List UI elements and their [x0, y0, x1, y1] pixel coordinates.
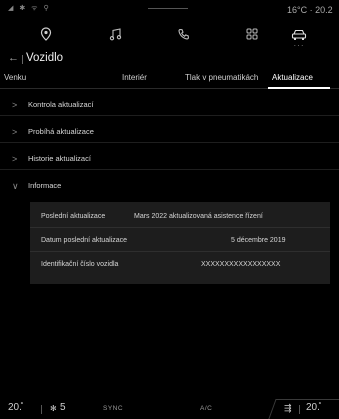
separator: [41, 405, 42, 414]
menu-item-probiha-aktualizace[interactable]: > Probíhá aktualizace: [0, 121, 339, 143]
more-dots: ···: [293, 41, 305, 50]
tab-tlak-v-pneumatikach[interactable]: Tlak v pneumatikách: [185, 73, 258, 82]
title-bar: ← Vozidlo: [0, 50, 339, 68]
info-row-last-update-date: Datum poslední aktualizace 5 décembre 20…: [30, 230, 330, 252]
info-row-last-update: Poslední aktualizace Mars 2022 aktualizo…: [30, 206, 330, 228]
menu-item-label: Historie aktualizací: [28, 154, 91, 163]
left-temp[interactable]: 20.̊: [8, 402, 22, 413]
menu-item-historie-aktualizaci[interactable]: > Historie aktualizací: [0, 148, 339, 170]
status-pill: [148, 8, 188, 9]
defrost-icon[interactable]: ⇶: [284, 403, 292, 414]
info-value: 5 décembre 2019: [231, 237, 286, 244]
nav-vehicle[interactable]: ···: [279, 22, 319, 50]
car-icon: [291, 29, 307, 40]
info-key: Identifikační číslo vozidla: [41, 261, 119, 268]
nav-navigation[interactable]: [26, 22, 66, 46]
nav-phone[interactable]: [164, 22, 204, 46]
phone-icon: [178, 28, 189, 40]
nav-apps[interactable]: [232, 22, 272, 46]
outside-temp: 16°C · 20.2: [287, 5, 333, 15]
info-key: Poslední aktualizace: [41, 213, 106, 220]
info-panel: Poslední aktualizace Mars 2022 aktualizo…: [30, 202, 330, 284]
climate-bar: 20.̊ ✻ 5 SYNC A/C ⇶ 20.̊: [0, 399, 339, 419]
chevron-down-icon: ∨: [12, 181, 19, 191]
tab-bar: Venku Interiér Tlak v pneumatikách Aktua…: [0, 69, 339, 89]
fan-speed[interactable]: 5: [60, 402, 66, 413]
chevron-right-icon: >: [12, 127, 18, 137]
apps-grid-icon: [246, 28, 258, 40]
back-arrow-icon[interactable]: ←: [8, 52, 19, 64]
info-key: Datum poslední aktualizace: [41, 237, 127, 244]
info-value: Mars 2022 aktualizovaná asistence řízení: [134, 213, 263, 220]
separator: [299, 405, 300, 414]
status-bar: ◢ ✱ ᯤ ⚲ 16°C · 20.2: [0, 0, 339, 20]
right-temp[interactable]: 20.̊: [306, 402, 320, 413]
info-row-vin: Identifikační číslo vozidla XXXXXXXXXXXX…: [30, 254, 330, 276]
location-pin-icon: [40, 27, 52, 41]
menu-item-kontrola-aktualizaci[interactable]: > Kontrola aktualizací: [0, 94, 339, 116]
title-separator: [22, 55, 23, 64]
tab-interier[interactable]: Interiér: [122, 73, 147, 82]
menu-item-informace[interactable]: ∨ Informace: [0, 175, 339, 197]
tab-venku[interactable]: Venku: [4, 73, 26, 82]
sync-button[interactable]: SYNC: [103, 405, 123, 412]
info-value: XXXXXXXXXXXXXXXXX: [201, 261, 281, 268]
ac-button[interactable]: A/C: [200, 405, 212, 412]
chevron-right-icon: >: [12, 100, 18, 110]
music-note-icon: [109, 27, 121, 40]
menu-item-label: Informace: [28, 181, 62, 190]
fan-icon[interactable]: ✻: [50, 404, 57, 413]
nav-media[interactable]: [95, 22, 135, 46]
chevron-right-icon: >: [12, 154, 18, 164]
top-nav: ···: [0, 22, 339, 50]
status-icons: ◢ ✱ ᯤ ⚲: [8, 5, 51, 12]
tab-aktualizace[interactable]: Aktualizace: [272, 73, 313, 82]
active-tab-indicator: [268, 87, 330, 89]
menu-item-label: Kontrola aktualizací: [28, 100, 94, 109]
right-tab-shape: [268, 399, 339, 419]
page-title: Vozidlo: [26, 52, 64, 64]
menu-item-label: Probíhá aktualizace: [28, 127, 94, 136]
